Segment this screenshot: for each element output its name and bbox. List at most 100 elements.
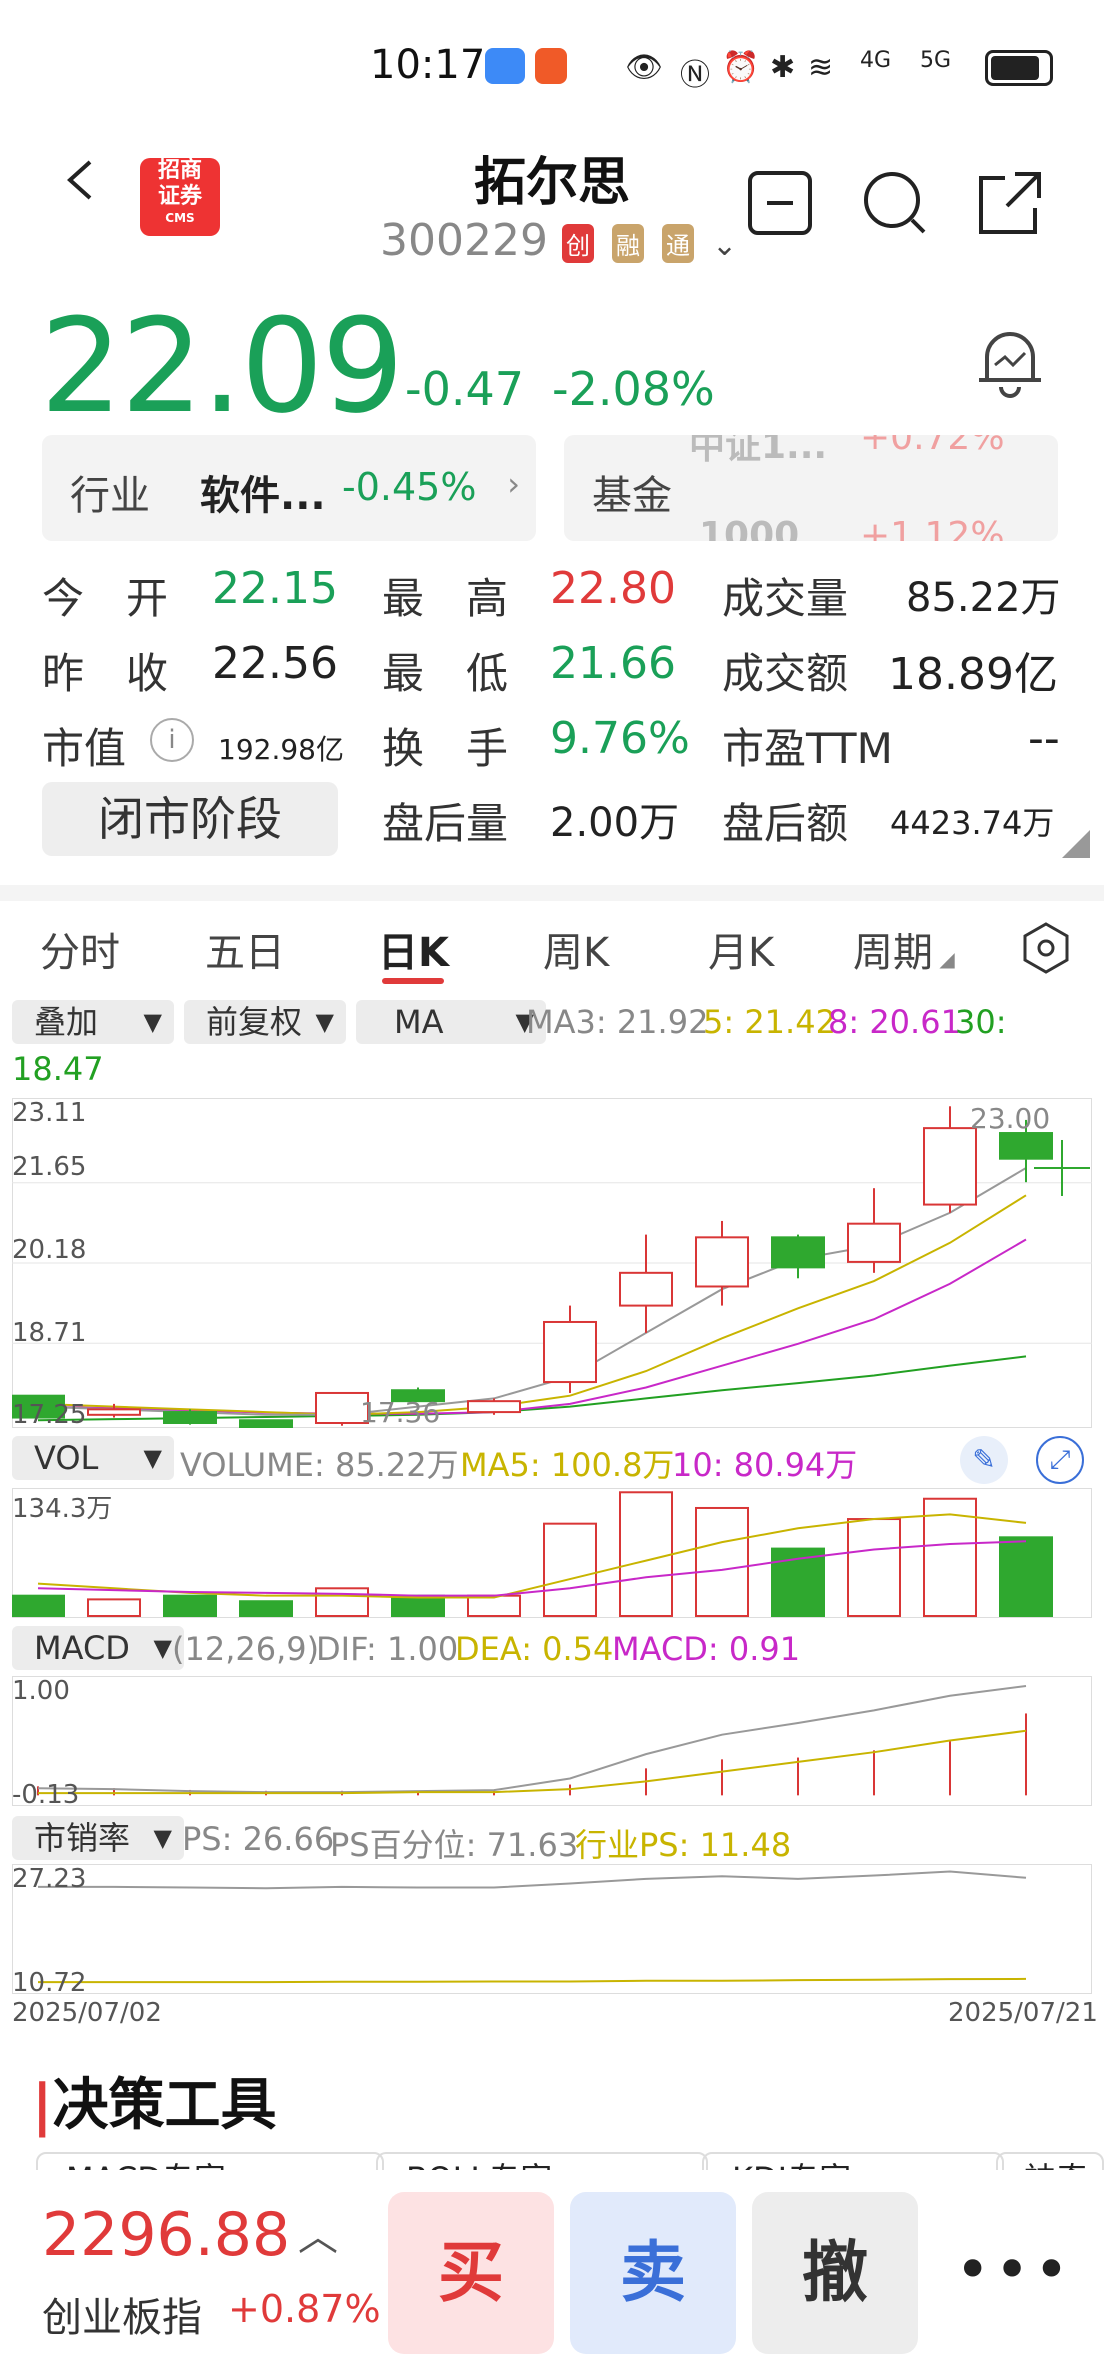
dropdown-triangle-icon: ▼ [153, 1634, 172, 1662]
ps-label: 市销率 [34, 1819, 131, 1857]
ma8-label: 8: 20.61 [828, 1003, 961, 1041]
macd-top-label: 1.00 [12, 1676, 70, 1706]
vol-max-label: 134.3万 [12, 1494, 113, 1524]
industry-name: 软件... [200, 473, 326, 519]
macd-chart[interactable] [12, 1676, 1092, 1806]
candle-body [239, 1419, 293, 1428]
stat-turnover-label: 成交额 [722, 649, 849, 698]
stat-turnrate-label: 换 手 [382, 724, 509, 773]
volume-bar [847, 1518, 901, 1618]
chart-frame [12, 1676, 1092, 1806]
tab-intraday[interactable]: 分时 [40, 920, 120, 978]
chevron-up-icon[interactable]: ︿ [298, 2204, 338, 2262]
index-value[interactable]: 2296.88 [42, 2200, 290, 2270]
macd-dif-line [37, 1685, 1027, 1794]
ma30-value: 18.47 [12, 1050, 104, 1088]
price-change-pct: -2.08% [552, 362, 715, 416]
volume-bar [163, 1594, 217, 1617]
edit-pencil-icon[interactable]: ✎ [960, 1436, 1008, 1484]
cloud-icon [485, 48, 525, 84]
current-price: 22.09 [40, 290, 404, 442]
volume-bar [12, 1594, 65, 1617]
chevron-right-icon: › [507, 465, 520, 503]
volume-bar [87, 1598, 141, 1618]
macd-params: (12,26,9) [172, 1630, 320, 1668]
overlay-dropdown[interactable]: 叠加 ▼ [12, 1000, 174, 1044]
volume-bar [543, 1522, 597, 1617]
ps-dropdown[interactable]: 市销率 ▼ [12, 1816, 184, 1860]
tab-period-label: 周期 [853, 930, 933, 976]
tab-daily-k[interactable]: 日K [378, 920, 449, 978]
macd-label: MACD [34, 1629, 130, 1667]
volume-bar [695, 1506, 749, 1617]
ps-bottom-label: 10.72 [12, 1968, 87, 1998]
more-menu-icon[interactable]: ••• [955, 2235, 1073, 2305]
tab-monthly-k[interactable]: 月K [708, 920, 774, 978]
info-icon[interactable]: i [150, 718, 194, 762]
remove-watchlist-icon[interactable] [745, 168, 815, 238]
volume-chart[interactable] [12, 1488, 1092, 1618]
alarm-icon: ⏰ [722, 50, 760, 85]
price-change: -0.47 [405, 362, 525, 416]
candle-body [467, 1400, 521, 1414]
volume-bar [619, 1491, 673, 1617]
tag-tong: 通 [661, 223, 694, 263]
ps-percentile: PS百分位: 71.63 [330, 1826, 579, 1864]
stat-turnrate-value: 9.76% [550, 713, 690, 764]
decision-tools-text: 决策工具 [52, 2073, 277, 2138]
volume-bar [315, 1587, 369, 1617]
tab-weekly-k[interactable]: 周K [543, 920, 609, 978]
price-alert-bell-icon[interactable] [975, 325, 1045, 400]
wifi-icon: ≋ [808, 50, 834, 85]
vol-dropdown[interactable]: VOL ▼ [12, 1436, 174, 1480]
index-pct: +0.87% [228, 2287, 381, 2331]
share-icon[interactable] [975, 168, 1045, 238]
stock-name: 拓尔思 [473, 153, 630, 213]
adjust-label: 前复权 [206, 1003, 303, 1041]
buy-button[interactable]: 买 [388, 2192, 554, 2354]
cancel-order-button[interactable]: 撤 [752, 2192, 918, 2354]
stat-low-label: 最 低 [382, 649, 509, 698]
signal-4g-icon: 4G [860, 48, 892, 73]
industry-ps-line [38, 1977, 1027, 1984]
stat-prevclose-label: 昨 收 [42, 649, 169, 698]
stat-low-value: 21.66 [550, 638, 676, 689]
settings-hexagon-icon[interactable] [1022, 922, 1070, 974]
section-divider [0, 885, 1104, 901]
tab-five-day[interactable]: 五日 [205, 920, 285, 978]
expand-corner-icon[interactable] [1062, 830, 1090, 858]
macd-dea: DEA: 0.54 [455, 1630, 614, 1668]
stat-afterhours-amt-value: 4423.74万 [890, 804, 1055, 842]
candle-body [999, 1132, 1053, 1160]
industry-label: 行业 [70, 473, 150, 519]
overlay-label: 叠加 [34, 1003, 99, 1041]
decision-tools-title: |决策工具 [32, 2060, 276, 2141]
sell-button[interactable]: 卖 [570, 2192, 736, 2354]
tab-period[interactable]: 周期 ◢ [853, 920, 955, 978]
vol-ma5-label: MA5: 100.8万 [460, 1446, 675, 1484]
status-bar: 10:17 👁 Ⓝ ⏰ ✱ ≋ 4G 5G [0, 0, 1104, 130]
search-icon[interactable] [860, 168, 930, 238]
fund-card[interactable]: 基金 中证1... +0.72% 1000 +1.12% [564, 435, 1058, 541]
stat-afterhours-vol-value: 2.00万 [550, 800, 680, 846]
ps-line [38, 1870, 1027, 1890]
low-annotation: 17.36 [360, 1396, 441, 1429]
stat-high-value: 22.80 [550, 563, 676, 614]
macd-value: MACD: 0.91 [612, 1630, 801, 1668]
active-tab-indicator [382, 978, 444, 984]
tag-chuang: 创 [561, 223, 594, 263]
adjust-dropdown[interactable]: 前复权 ▼ [184, 1000, 346, 1044]
stock-code-row[interactable]: 300229 创 融 通 ⌄ [380, 215, 737, 266]
vol-label: VOL [34, 1439, 99, 1477]
macd-dif: DIF: 1.00 [316, 1630, 459, 1668]
signal-5g-icon: 5G [920, 48, 952, 73]
ps-chart[interactable] [12, 1864, 1092, 1994]
indicator-dropdown[interactable]: MA ▼ [356, 1000, 546, 1044]
chevron-down-icon: ⌄ [711, 228, 738, 263]
industry-card[interactable]: 行业 软件... -0.45% › [42, 435, 536, 541]
fund-pct-1: +0.72% [860, 435, 1005, 458]
candlestick-chart[interactable] [12, 1098, 1092, 1428]
fullscreen-icon[interactable]: ⤢ [1036, 1436, 1084, 1484]
macd-dropdown[interactable]: MACD ▼ [12, 1626, 184, 1670]
y-tick-3: 20.18 [12, 1235, 87, 1265]
